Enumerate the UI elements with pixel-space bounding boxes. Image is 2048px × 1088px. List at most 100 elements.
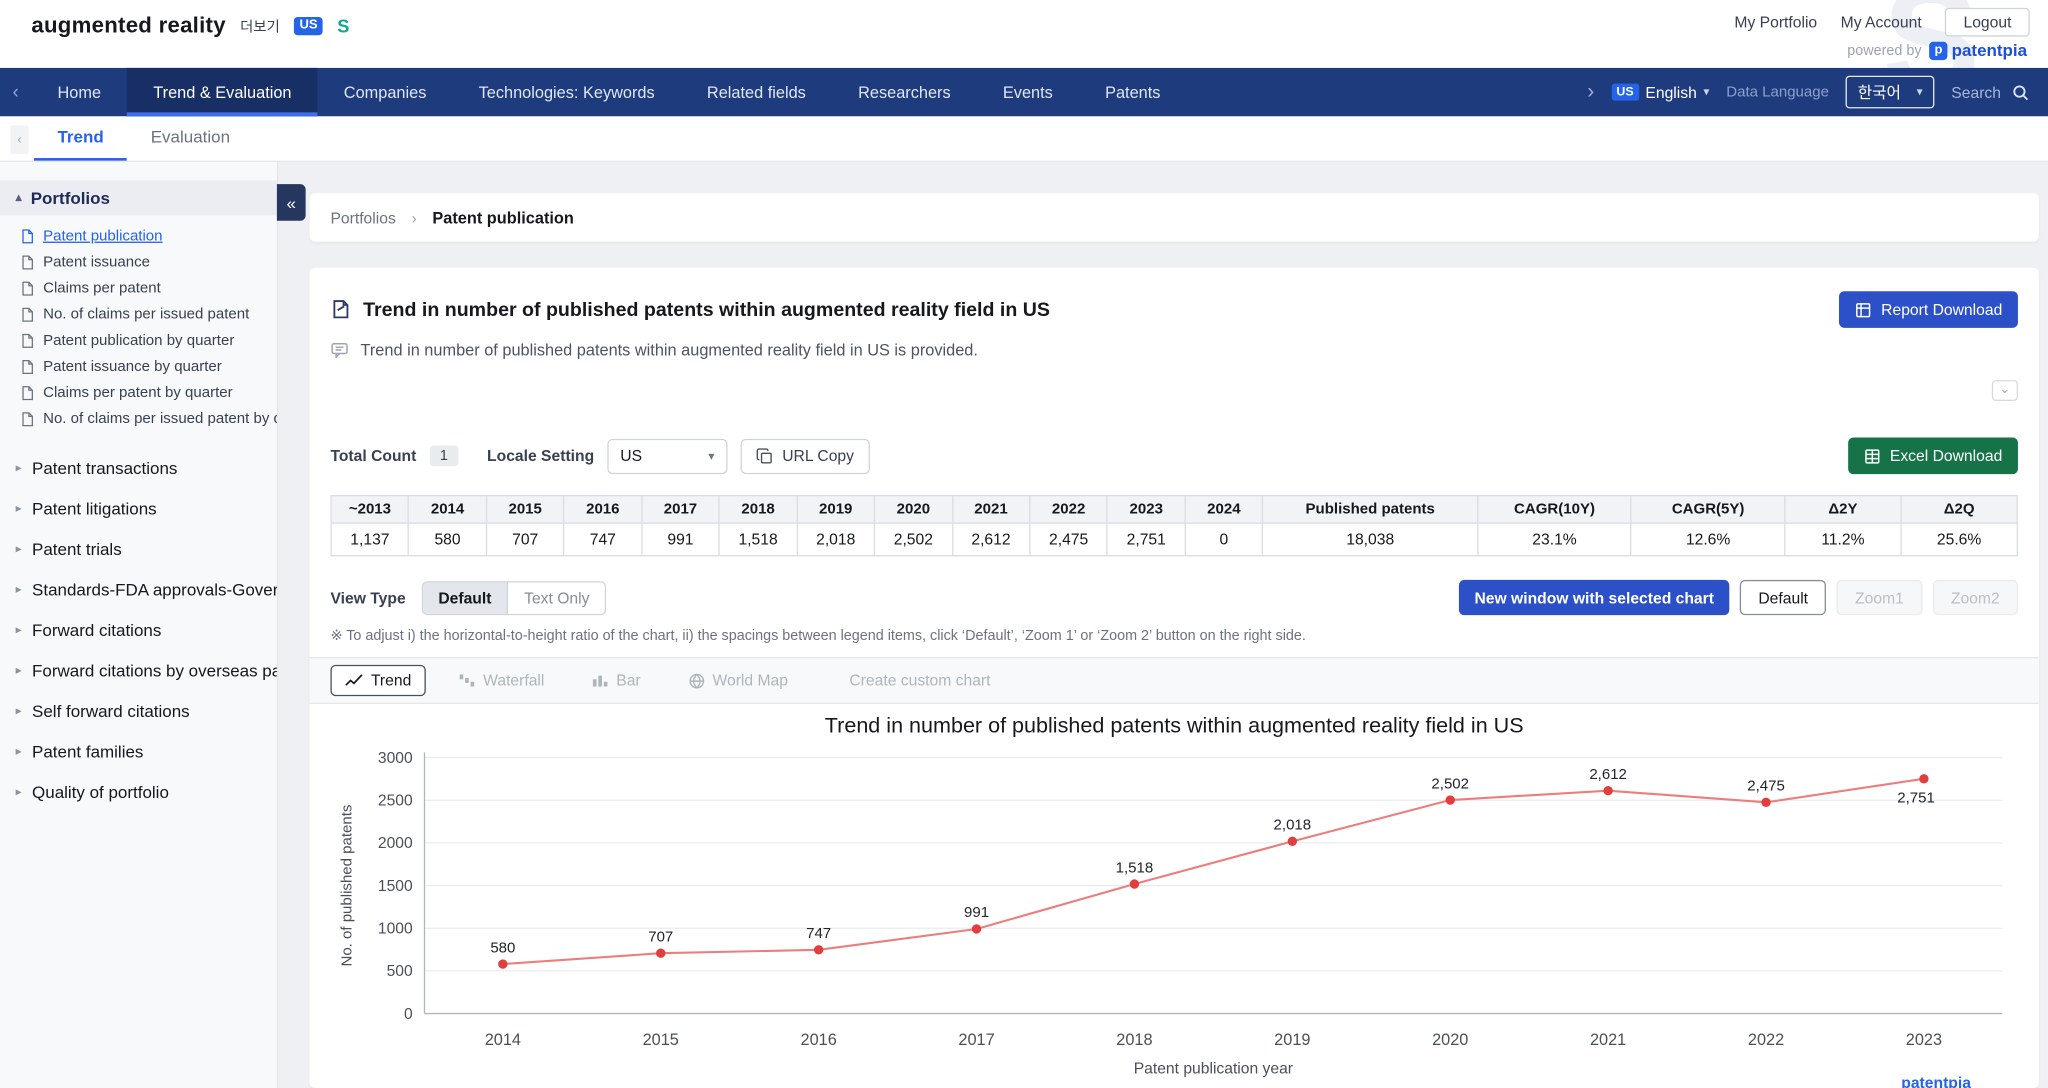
ui-language-selector[interactable]: US English ▾ — [1611, 83, 1709, 101]
breadcrumb-root[interactable]: Portfolios — [330, 208, 395, 226]
sidebar-section[interactable]: ▸ Self forward citations — [0, 691, 277, 731]
excel-download-button[interactable]: Excel Download — [1848, 437, 2018, 475]
new-window-button[interactable]: New window with selected chart — [1458, 579, 1730, 616]
report-download-button[interactable]: Report Download — [1839, 291, 2018, 328]
nav-item[interactable]: Home — [31, 68, 127, 116]
sidebar-sections: ▸ Patent transactions ▸ Patent litigatio… — [0, 448, 277, 812]
svg-text:2017: 2017 — [958, 1031, 994, 1049]
summary-column-header: 2023 — [1106, 495, 1186, 524]
sidebar-section[interactable]: ▸ Quality of portfolio — [0, 772, 277, 812]
summary-cell: 707 — [485, 522, 565, 557]
speech-bubble-icon — [330, 341, 348, 359]
summary-column-header: CAGR(5Y) — [1630, 495, 1786, 524]
locale-setting-select[interactable]: US ▾ — [607, 438, 728, 474]
app-header: S augmented reality 더보기 US S My Portfoli… — [0, 0, 2048, 68]
document-icon — [22, 333, 33, 348]
data-language-label: Data Language — [1726, 84, 1829, 100]
trend-line-icon — [345, 674, 363, 686]
summary-table-header-row: ~2013 2014 2015 2016 2017 2018 2019 2020 2021 202… — [330, 495, 2018, 524]
summary-cell: 12.6% — [1630, 522, 1786, 557]
data-language-select[interactable]: 한국어 ▾ — [1845, 75, 1935, 109]
sidebar-item[interactable]: Patent publication by quarter — [0, 328, 277, 354]
sidebar-section-portfolios[interactable]: ▴ Portfolios — [0, 180, 277, 216]
nav-item[interactable]: Trend & Evaluation — [127, 67, 318, 117]
main-navbar: ‹ Home Trend & Evaluation Companies Technol… — [0, 67, 2048, 117]
zoom1-button[interactable]: Zoom1 — [1836, 579, 1923, 616]
trend-panel: Trend in number of published patents wit… — [309, 267, 2039, 1088]
nav-item[interactable]: Technologies: Keywords — [452, 68, 680, 116]
world-map-icon — [688, 673, 704, 688]
nav-item[interactable]: Patents — [1079, 68, 1187, 116]
chart-adjust-note: ※ To adjust i) the horizontal-to-height … — [330, 628, 1306, 644]
svg-text:1,518: 1,518 — [1116, 859, 1154, 876]
viewport: S augmented reality 더보기 US S My Portfoli… — [0, 0, 2048, 1088]
view-type-option[interactable]: Default — [422, 581, 509, 614]
nav-item[interactable]: Researchers — [832, 68, 977, 116]
svg-text:2015: 2015 — [643, 1031, 679, 1049]
chart-type-worldmap-button[interactable]: World Map — [673, 665, 802, 696]
document-icon — [22, 386, 33, 401]
summary-column-header: ~2013 — [330, 495, 410, 524]
sidebar-section[interactable]: ▸ Patent families — [0, 731, 277, 771]
nav-item[interactable]: Events — [977, 68, 1079, 116]
sidebar-item[interactable]: Patent issuance by quarter — [0, 354, 277, 380]
search-control[interactable]: Search — [1951, 83, 2029, 101]
chart-type-trend-button[interactable]: Trend — [330, 664, 426, 697]
logout-button[interactable]: Logout — [1945, 7, 2030, 37]
sidebar-item[interactable]: No. of claims per issued patent — [0, 302, 277, 328]
svg-text:Patent publication year: Patent publication year — [1134, 1061, 1293, 1078]
nav-item[interactable]: Companies — [318, 68, 453, 116]
sidebar-section[interactable]: ▸ Patent litigations — [0, 488, 277, 528]
sidebar-section[interactable]: ▸ Standards-FDA approvals-Govern… — [0, 569, 277, 609]
triangle-right-icon: ▸ — [15, 501, 22, 515]
nav-item[interactable]: Related fields — [681, 68, 832, 116]
nav-scroll-left-icon[interactable]: ‹ — [0, 68, 31, 116]
panel-collapse-button[interactable]: ⌄ — [1991, 380, 2018, 401]
zoom-default-button[interactable]: Default — [1740, 579, 1827, 616]
view-type-toggle: Default Text Only — [421, 580, 607, 615]
summary-column-header: 2024 — [1184, 495, 1264, 524]
sidebar-item[interactable]: No. of claims per issued patent by qua… — [0, 406, 277, 432]
patentpia-logo[interactable]: p patentpia — [1929, 40, 2027, 60]
subtab[interactable]: Trend — [33, 116, 128, 161]
summary-column-header: 2017 — [640, 495, 720, 524]
sidebar-item[interactable]: Claims per patent — [0, 276, 277, 302]
svg-text:2019: 2019 — [1274, 1031, 1310, 1049]
main-content: Portfolios › Patent publication Trend in… — [278, 162, 2048, 1088]
summary-column-header: 2021 — [951, 495, 1031, 524]
sidebar-item[interactable]: Patent publication — [0, 223, 277, 249]
view-type-option[interactable]: Text Only — [508, 581, 606, 614]
country-badge: US — [294, 16, 323, 36]
svg-text:2500: 2500 — [378, 792, 413, 809]
chart-brand-credit[interactable]: patentpia — [1901, 1074, 1971, 1088]
zoom2-button[interactable]: Zoom2 — [1932, 579, 2018, 616]
url-copy-button[interactable]: URL Copy — [740, 438, 870, 474]
sidebar-section[interactable]: ▸ Forward citations by overseas pat… — [0, 650, 277, 690]
nav-scroll-right-icon[interactable]: › — [1587, 80, 1594, 104]
create-custom-chart-button[interactable]: Create custom chart — [849, 671, 990, 689]
sidebar-item[interactable]: Claims per patent by quarter — [0, 380, 277, 406]
my-portfolio-link[interactable]: My Portfolio — [1734, 13, 1817, 31]
document-icon — [22, 229, 33, 244]
sidebar-section[interactable]: ▸ Patent transactions — [0, 448, 277, 488]
report-file-icon — [1856, 302, 1871, 317]
svg-text:2000: 2000 — [378, 835, 413, 852]
sidebar: « ▴ Portfolios Patent publication Patent… — [0, 161, 306, 1088]
sidebar-collapse-button[interactable]: « — [276, 184, 306, 221]
triangle-right-icon: ▸ — [15, 663, 22, 677]
chart-type-waterfall-button[interactable]: Waterfall — [444, 665, 559, 696]
svg-text:3000: 3000 — [378, 750, 413, 767]
subtab[interactable]: Evaluation — [127, 116, 253, 160]
chart-type-bar-button[interactable]: Bar — [577, 665, 655, 696]
sidebar-section[interactable]: ▸ Patent trials — [0, 529, 277, 569]
view-type-label: View Type — [330, 588, 406, 607]
my-account-link[interactable]: My Account — [1841, 13, 1922, 31]
sidebar-section[interactable]: ▸ Forward citations — [0, 610, 277, 650]
sidebar-item[interactable]: Patent issuance — [0, 249, 277, 275]
more-link[interactable]: 더보기 — [240, 16, 280, 37]
subtab-collapse-icon[interactable]: ‹ — [10, 125, 29, 155]
svg-text:No. of published patents: No. of published patents — [338, 805, 355, 967]
locale-label: English — [1645, 82, 1697, 102]
panel-title: Trend in number of published patents wit… — [363, 298, 1050, 321]
trend-line-chart[interactable]: 0 500 1000 1500 2000 2500 3000 2014 2015 2016 2017… — [330, 742, 2018, 1079]
